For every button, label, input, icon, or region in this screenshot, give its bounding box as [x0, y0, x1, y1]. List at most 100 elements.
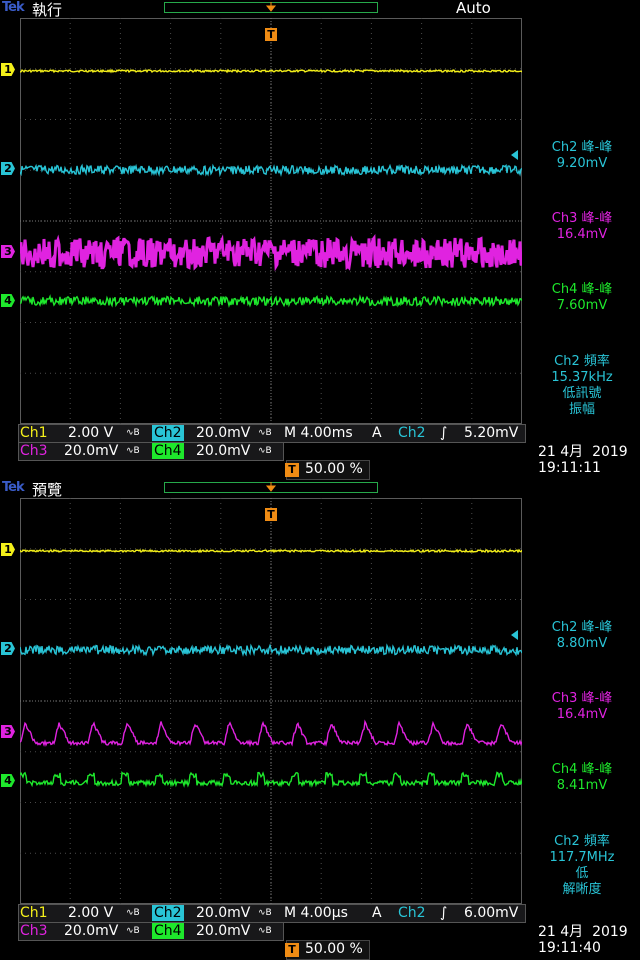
measurement-value: 7.60mV	[556, 298, 608, 313]
graticule-svg	[20, 18, 522, 424]
trigger-position-icon: T	[285, 463, 299, 477]
acquisition-state: A	[372, 905, 382, 921]
trigger-level[interactable]: 5.20mV	[464, 425, 518, 441]
brand-logo: Tek	[2, 0, 25, 15]
settings-readout: Ch1 2.00 V ∿B Ch2 20.0mV ∿B M 4.00ms A Ch2 ∫ 5.20m…	[0, 424, 640, 480]
time: 19:11:40	[538, 940, 601, 956]
ch4-scale[interactable]: 20.0mV	[196, 923, 250, 939]
measurement-title: Ch4 峰-峰	[551, 762, 613, 777]
channel-1-marker[interactable]: 1	[1, 543, 15, 556]
trigger-status: Auto	[456, 0, 491, 17]
measurement-title: Ch2 峰-峰	[551, 620, 613, 635]
ch2-label[interactable]: Ch2	[152, 905, 184, 921]
trigger-position-marker[interactable]: T	[264, 482, 278, 522]
measurement-value: 9.20mV	[556, 156, 608, 171]
ch1-label[interactable]: Ch1	[20, 905, 48, 921]
trigger-slope-icon: ∫	[440, 425, 448, 441]
channel-4-marker[interactable]: 4	[1, 294, 15, 307]
measurement-title: Ch4 峰-峰	[551, 282, 613, 297]
trigger-source[interactable]: Ch2	[398, 425, 426, 441]
frequency-value: 117.7MHz	[549, 850, 615, 865]
measurement-title: Ch2 峰-峰	[551, 140, 613, 155]
measurement-3: Ch3 峰-峰 16.4mV	[524, 691, 640, 723]
measurement-4: Ch4 峰-峰 7.60mV	[524, 282, 640, 314]
trigger-marker-label: T	[267, 508, 275, 521]
ch4-label[interactable]: Ch4	[152, 923, 184, 939]
status-bar: Tek 執行 Auto	[0, 0, 640, 19]
trigger-position-value: 50.00 %	[305, 941, 363, 957]
ch3-label[interactable]: Ch3	[20, 923, 48, 939]
frequency-measurement: Ch2 頻率 117.7MHz 低解晰度	[524, 834, 640, 898]
ch4-bandwidth-icon: ∿B	[258, 926, 272, 936]
measurement-4: Ch4 峰-峰 8.41mV	[524, 762, 640, 794]
scope-screen-bottom: Tek 預覽 T 1 2 3 4 Ch2 峰-峰 8.80mV Ch3 峰-峰 16.4mV…	[0, 480, 640, 960]
channel-1-marker[interactable]: 1	[1, 63, 15, 76]
ch1-label[interactable]: Ch1	[20, 425, 48, 441]
ch2-scale[interactable]: 20.0mV	[196, 905, 250, 921]
time: 19:11:11	[538, 460, 601, 476]
trigger-source[interactable]: Ch2	[398, 905, 426, 921]
trigger-position-value: 50.00 %	[305, 461, 363, 477]
ch4-bandwidth-icon: ∿B	[258, 446, 272, 456]
ch2-bandwidth-icon: ∿B	[258, 908, 272, 918]
acquisition-mode: 預覽	[32, 481, 63, 499]
ch2-scale[interactable]: 20.0mV	[196, 425, 250, 441]
channel-4-marker[interactable]: 4	[1, 774, 15, 787]
acquisition-mode: 執行	[32, 1, 63, 19]
measurement-2: Ch2 峰-峰 8.80mV	[524, 620, 640, 652]
status-bar: Tek 預覽	[0, 480, 640, 499]
measurement-value: 16.4mV	[556, 227, 608, 242]
ch3-scale[interactable]: 20.0mV	[64, 923, 118, 939]
trigger-position-marker[interactable]: T	[264, 2, 278, 42]
ch1-waveform	[20, 548, 522, 554]
trigger-level-arrow[interactable]	[511, 630, 518, 640]
settings-readout: Ch1 2.00 V ∿B Ch2 20.0mV ∿B M 4.00µs A Ch2 ∫ 6.00m…	[0, 904, 640, 960]
date: 21 4月 2019	[538, 924, 628, 940]
frequency-note1: 低	[575, 866, 589, 881]
channel-3-marker[interactable]: 3	[1, 725, 15, 738]
channel-2-marker[interactable]: 2	[1, 162, 15, 175]
ch4-waveform	[20, 294, 522, 308]
ch3-bandwidth-icon: ∿B	[126, 446, 140, 456]
frequency-note2: 振幅	[568, 402, 595, 417]
ch1-scale[interactable]: 2.00 V	[68, 425, 113, 441]
ch3-label[interactable]: Ch3	[20, 443, 48, 459]
frequency-title: Ch2 頻率	[554, 354, 610, 369]
graticule-svg	[20, 498, 522, 904]
timebase-readout[interactable]: M 4.00ms	[284, 425, 353, 441]
timebase-readout[interactable]: M 4.00µs	[284, 905, 348, 921]
channel-3-marker[interactable]: 3	[1, 245, 15, 258]
measurement-title: Ch3 峰-峰	[551, 211, 613, 226]
date-time: 21 4月 2019 19:11:40	[538, 924, 628, 956]
ch3-scale[interactable]: 20.0mV	[64, 443, 118, 459]
trigger-position-icon: T	[285, 943, 299, 957]
frequency-value: 15.37kHz	[551, 370, 613, 385]
date-time: 21 4月 2019 19:11:11	[538, 444, 628, 476]
brand-logo: Tek	[2, 480, 25, 495]
ch4-scale[interactable]: 20.0mV	[196, 443, 250, 459]
ch1-scale[interactable]: 2.00 V	[68, 905, 113, 921]
trigger-marker-label: T	[267, 28, 275, 41]
trigger-level-arrow[interactable]	[511, 150, 518, 160]
measurement-title: Ch3 峰-峰	[551, 691, 613, 706]
trigger-level[interactable]: 6.00mV	[464, 905, 518, 921]
frequency-note1: 低訊號	[562, 386, 602, 401]
measurement-2: Ch2 峰-峰 9.20mV	[524, 140, 640, 172]
channel-2-marker[interactable]: 2	[1, 642, 15, 655]
ch1-bandwidth-icon: ∿B	[126, 908, 140, 918]
ch4-label[interactable]: Ch4	[152, 443, 184, 459]
measurement-value: 8.41mV	[556, 778, 608, 793]
frequency-measurement: Ch2 頻率 15.37kHz 低訊號 振幅	[524, 354, 640, 418]
frequency-note2: 解晰度	[562, 882, 602, 897]
acquisition-state: A	[372, 425, 382, 441]
measurement-3: Ch3 峰-峰 16.4mV	[524, 211, 640, 243]
measurement-value: 16.4mV	[556, 707, 608, 722]
ch1-waveform	[20, 68, 522, 74]
waveform-graticule	[20, 498, 522, 904]
scope-screen-top: Tek 執行 Auto T 1234 Ch2 峰-峰 9.20mV Ch3 峰-峰 1…	[0, 0, 640, 480]
frequency-title: Ch2 頻率	[554, 834, 610, 849]
ch2-label[interactable]: Ch2	[152, 425, 184, 441]
date: 21 4月 2019	[538, 444, 628, 460]
ch3-bandwidth-icon: ∿B	[126, 926, 140, 936]
measurement-value: 8.80mV	[556, 636, 608, 651]
